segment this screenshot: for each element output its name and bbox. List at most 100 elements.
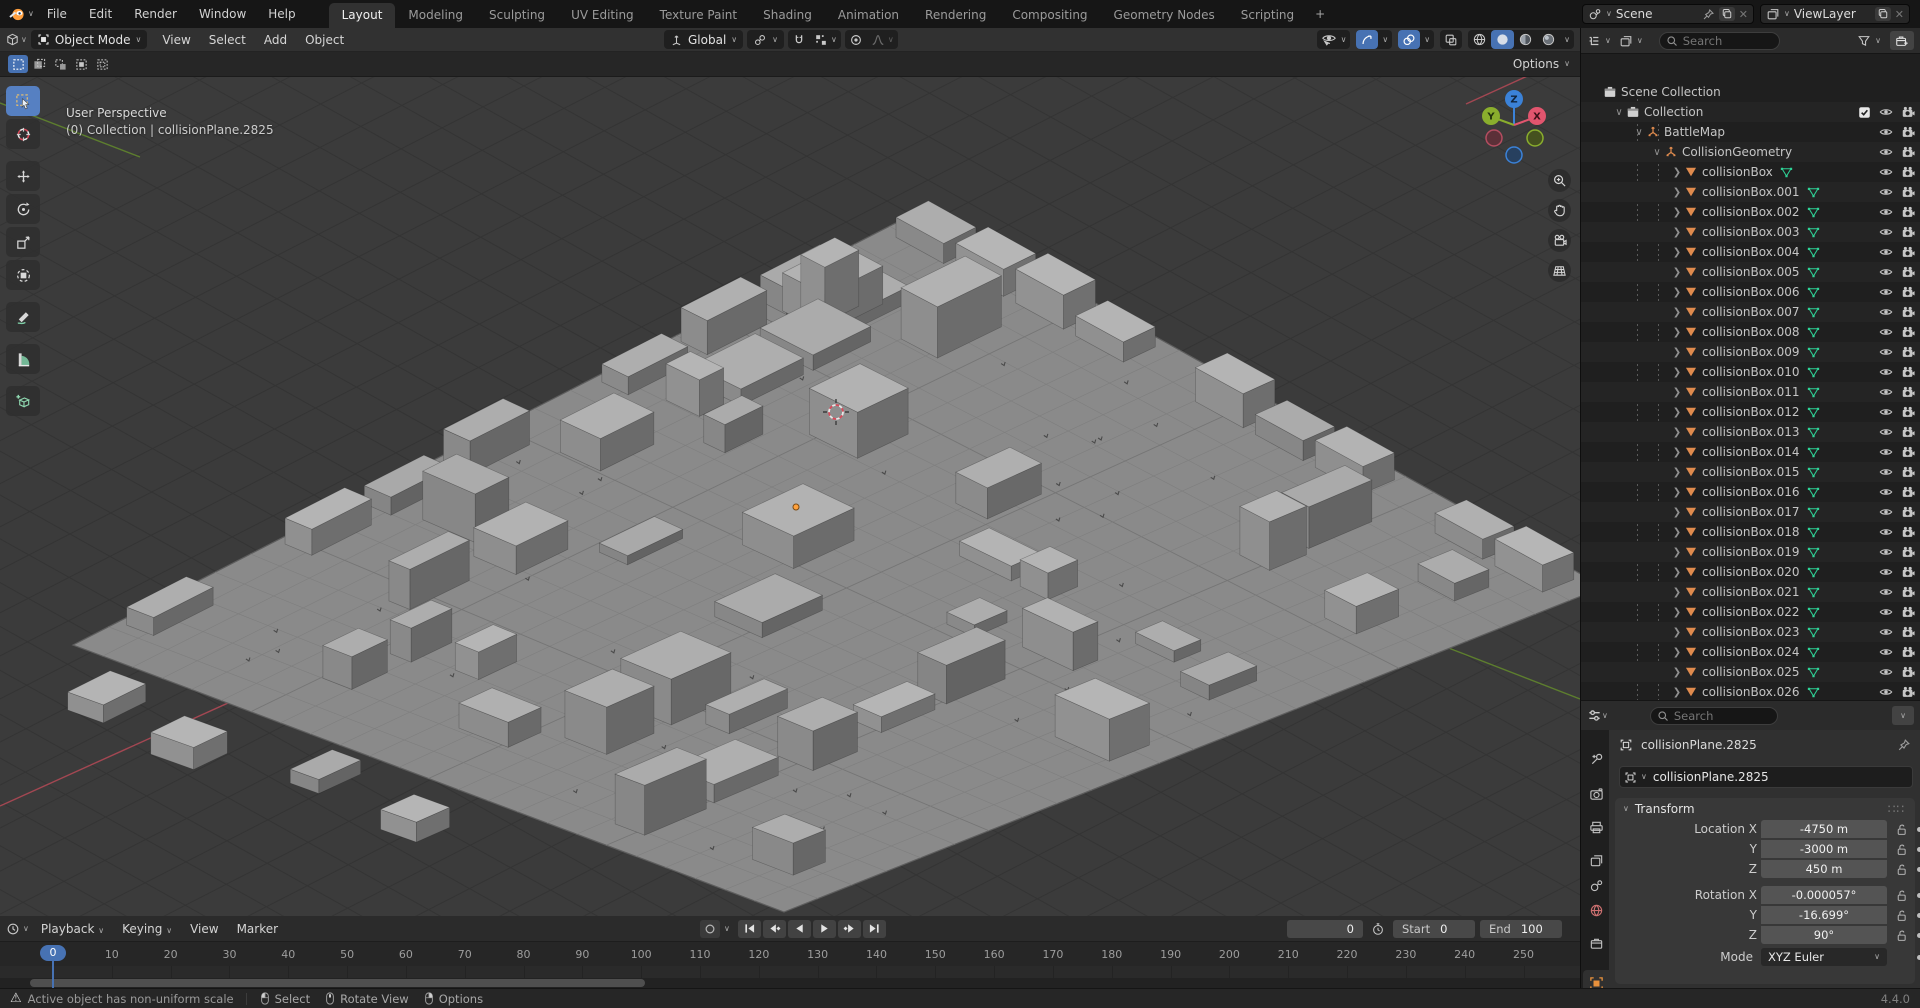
outliner-row[interactable]: ❯ collisionBox.021 xyxy=(1581,582,1920,602)
transform-value-slider[interactable]: -16.699° xyxy=(1761,906,1887,924)
outliner-row[interactable]: ❯ collisionBox.019 xyxy=(1581,542,1920,562)
panel-grip-icon[interactable]: ∷∷ xyxy=(1888,802,1905,816)
eye-icon[interactable] xyxy=(1879,145,1893,159)
camera-icon[interactable] xyxy=(1901,445,1915,459)
camera-icon[interactable] xyxy=(1901,265,1915,279)
camera-icon[interactable] xyxy=(1901,345,1915,359)
eye-icon[interactable] xyxy=(1879,365,1893,379)
outliner-row[interactable]: ❯ collisionBox.001 xyxy=(1581,182,1920,202)
tool-options-dropdown[interactable]: Options∨ xyxy=(1513,57,1570,71)
filter-funnel-icon[interactable] xyxy=(1857,34,1871,48)
next-keyframe-button[interactable] xyxy=(838,920,861,938)
outliner-item-label[interactable]: collisionBox.020 xyxy=(1702,565,1800,579)
camera-icon[interactable] xyxy=(1901,605,1915,619)
transform-value-slider[interactable]: -3000 m xyxy=(1761,840,1887,858)
previous-keyframe-button[interactable] xyxy=(763,920,786,938)
lock-icon[interactable] xyxy=(1895,889,1908,902)
eye-icon[interactable] xyxy=(1879,125,1893,139)
camera-icon[interactable] xyxy=(1901,625,1915,639)
menu-help[interactable]: Help xyxy=(257,0,306,28)
camera-icon[interactable] xyxy=(1901,305,1915,319)
pan-hand-icon[interactable] xyxy=(1548,199,1571,222)
timeline-menu-playback[interactable]: Playback ∨ xyxy=(32,922,113,936)
scene-name[interactable]: Scene xyxy=(1616,7,1698,21)
outliner-row[interactable]: ❯ collisionBox.022 xyxy=(1581,602,1920,622)
expand-arrow-icon[interactable]: ❯ xyxy=(1670,507,1684,518)
outliner-row[interactable]: ❯ collisionBox.024 xyxy=(1581,642,1920,662)
lock-icon[interactable] xyxy=(1895,929,1908,942)
select-mode-subtract-button[interactable] xyxy=(50,55,70,73)
eye-icon[interactable] xyxy=(1879,505,1893,519)
grid-perspective-icon[interactable] xyxy=(1548,259,1571,282)
eye-icon[interactable] xyxy=(1879,565,1893,579)
tool-rotate[interactable] xyxy=(6,194,40,224)
expand-arrow-icon[interactable]: ❯ xyxy=(1670,427,1684,438)
editor-type-timeline-icon[interactable] xyxy=(6,922,20,936)
camera-icon[interactable] xyxy=(1901,365,1915,379)
outliner-item-label[interactable]: collisionBox xyxy=(1702,165,1773,179)
properties-search[interactable] xyxy=(1650,707,1778,725)
menu-render[interactable]: Render xyxy=(123,0,188,28)
timeline-scrollbar[interactable] xyxy=(0,978,1580,988)
xray-toggle[interactable] xyxy=(1440,30,1462,49)
expand-arrow-icon[interactable]: ❯ xyxy=(1670,207,1684,218)
expand-arrow-icon[interactable]: ∨ xyxy=(1612,107,1626,118)
expand-arrow-icon[interactable]: ❯ xyxy=(1670,327,1684,338)
play-reverse-button[interactable] xyxy=(788,920,811,938)
panel-collapse-icon[interactable]: ∨ xyxy=(1623,805,1629,813)
outliner-item-label[interactable]: collisionBox.002 xyxy=(1702,205,1800,219)
viewport-menu-add[interactable]: Add xyxy=(255,33,296,47)
eye-icon[interactable] xyxy=(1879,285,1893,299)
close-icon[interactable]: ✕ xyxy=(1895,8,1904,21)
camera-icon[interactable] xyxy=(1901,185,1915,199)
visibility-dropdown[interactable]: ∨ xyxy=(1317,30,1351,49)
viewport-menu-select[interactable]: Select xyxy=(200,33,255,47)
camera-icon[interactable] xyxy=(1901,225,1915,239)
preview-range-stopwatch-icon[interactable] xyxy=(1371,922,1385,936)
timeline-menu-marker[interactable]: Marker xyxy=(228,922,287,936)
scene-selector[interactable]: ∨ Scene ✕ xyxy=(1582,4,1754,24)
camera-icon[interactable] xyxy=(1901,205,1915,219)
eye-icon[interactable] xyxy=(1879,405,1893,419)
properties-tab-output[interactable] xyxy=(1583,814,1609,840)
eye-icon[interactable] xyxy=(1879,225,1893,239)
close-icon[interactable]: ✕ xyxy=(1739,8,1748,21)
outliner-item-label[interactable]: collisionBox.011 xyxy=(1702,385,1800,399)
panel-title[interactable]: Transform xyxy=(1635,802,1695,816)
menu-file[interactable]: File xyxy=(36,0,78,28)
outliner-row[interactable]: ❯ collisionBox.026 xyxy=(1581,682,1920,700)
jump-to-end-button[interactable] xyxy=(863,920,886,938)
gizmos-dropdown[interactable]: ∨ xyxy=(1378,30,1392,49)
outliner-row[interactable]: ❯ collisionBox xyxy=(1581,162,1920,182)
eye-icon[interactable] xyxy=(1879,345,1893,359)
navigation-gizmo[interactable]: Z Y X xyxy=(1476,85,1552,167)
outliner-row[interactable]: ❯ collisionBox.016 xyxy=(1581,482,1920,502)
outliner-row[interactable]: ❯ collisionBox.005 xyxy=(1581,262,1920,282)
properties-search-input[interactable] xyxy=(1674,709,1764,723)
shading-material-button[interactable] xyxy=(1514,30,1537,49)
tool-measure[interactable] xyxy=(6,344,40,374)
camera-icon[interactable] xyxy=(1901,405,1915,419)
chevron-down-icon[interactable]: ∨ xyxy=(28,10,34,18)
blender-logo-icon[interactable] xyxy=(8,5,26,23)
expand-arrow-icon[interactable]: ❯ xyxy=(1670,447,1684,458)
expand-arrow-icon[interactable]: ❯ xyxy=(1670,267,1684,278)
outliner-item-label[interactable]: collisionBox.014 xyxy=(1702,445,1800,459)
outliner-item-label[interactable]: collisionBox.026 xyxy=(1702,685,1800,699)
workspace-tab-uv-editing[interactable]: UV Editing xyxy=(558,3,647,28)
tool-scale[interactable] xyxy=(6,227,40,257)
outliner-item-label[interactable]: collisionBox.013 xyxy=(1702,425,1800,439)
outliner-row[interactable]: ∨ Collection xyxy=(1581,102,1920,122)
workspace-tab-rendering[interactable]: Rendering xyxy=(912,3,999,28)
frame-start-field[interactable]: Start0 xyxy=(1393,920,1475,938)
eye-icon[interactable] xyxy=(1879,165,1893,179)
menu-edit[interactable]: Edit xyxy=(78,0,123,28)
outliner-row[interactable]: ❯ collisionBox.013 xyxy=(1581,422,1920,442)
workspace-tab-texture-paint[interactable]: Texture Paint xyxy=(647,3,750,28)
select-mode-intersect-button[interactable] xyxy=(92,55,112,73)
outliner-item-label[interactable]: collisionBox.015 xyxy=(1702,465,1800,479)
outliner-item-label[interactable]: collisionBox.012 xyxy=(1702,405,1800,419)
outliner-item-label[interactable]: collisionBox.003 xyxy=(1702,225,1800,239)
camera-icon[interactable] xyxy=(1901,285,1915,299)
current-frame-indicator[interactable]: 0 xyxy=(40,945,66,961)
